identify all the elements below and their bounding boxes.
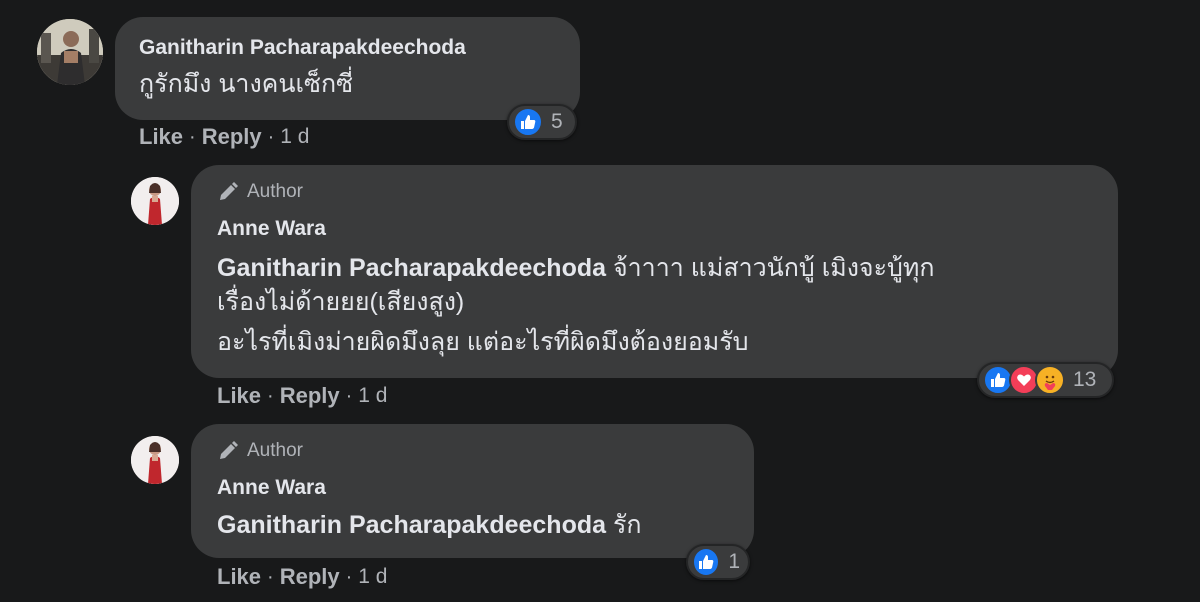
comment-timestamp[interactable]: 1 d (358, 384, 387, 408)
author-badge: Author (217, 440, 303, 462)
mention-link[interactable]: Ganitharin Pacharapakdeechoda (217, 511, 606, 539)
comment-timestamp[interactable]: 1 d (358, 565, 387, 589)
comment-author-name[interactable]: Ganitharin Pacharapakdeechoda (139, 36, 466, 60)
author-badge-label: Author (247, 181, 303, 202)
comment-bubble: Author Anne Wara Ganitharin Pacharapakde… (191, 165, 1118, 378)
comment-timestamp[interactable]: 1 d (280, 125, 309, 149)
like-button[interactable]: Like (139, 124, 183, 150)
comment-text-line: เรื่องไม่ด้ายยย(เสียงสูง) (217, 288, 465, 316)
reply-button[interactable]: Reply (202, 124, 262, 150)
avatar-photo-icon (131, 436, 179, 484)
avatar-photo-icon (131, 177, 179, 225)
like-icon (513, 107, 543, 137)
like-icon (692, 547, 721, 577)
pencil-icon (220, 441, 238, 459)
comment-text: Ganitharin Pacharapakdeechoda จ้าาาา แม่… (217, 254, 935, 282)
comment-bubble: Ganitharin Pacharapakdeechoda กูรักมึง น… (115, 17, 580, 120)
avatar[interactable] (131, 177, 179, 225)
comment-text: กูรักมึง นางคนเซ็กซี่ (139, 70, 354, 98)
author-badge: Author (217, 181, 303, 203)
comment-thread: Ganitharin Pacharapakdeechoda กูรักมึง น… (0, 0, 1200, 602)
reaction-count: 5 (551, 110, 563, 133)
comment-actions: Like · Reply · 1 d (217, 564, 388, 590)
reaction-count: 13 (1073, 368, 1097, 391)
like-button[interactable]: Like (217, 564, 261, 590)
reaction-summary[interactable]: 1 (686, 544, 750, 580)
reply-button[interactable]: Reply (280, 383, 340, 409)
reaction-summary[interactable]: 5 (507, 104, 577, 140)
comment-text: Ganitharin Pacharapakdeechoda รัก (217, 511, 642, 539)
care-icon (1035, 365, 1065, 395)
avatar-photo-icon (37, 19, 103, 85)
pencil-icon (220, 182, 238, 200)
reaction-summary[interactable]: 13 (977, 362, 1114, 398)
avatar[interactable] (131, 436, 179, 484)
comment-text-line: อะไรที่เมิงม่ายผิดมึงลุย แต่อะไรที่ผิดมึ… (217, 328, 749, 356)
comment-author-name[interactable]: Anne Wara (217, 476, 326, 500)
author-badge-label: Author (247, 440, 303, 461)
like-button[interactable]: Like (217, 383, 261, 409)
comment-actions: Like · Reply · 1 d (217, 383, 388, 409)
mention-link[interactable]: Ganitharin Pacharapakdeechoda (217, 254, 606, 282)
reaction-count: 1 (728, 550, 740, 573)
reply-button[interactable]: Reply (280, 564, 340, 590)
comment-author-name[interactable]: Anne Wara (217, 217, 326, 241)
comment-actions: Like · Reply · 1 d (139, 124, 310, 150)
comment-bubble: Author Anne Wara Ganitharin Pacharapakde… (191, 424, 754, 558)
avatar[interactable] (37, 19, 103, 85)
